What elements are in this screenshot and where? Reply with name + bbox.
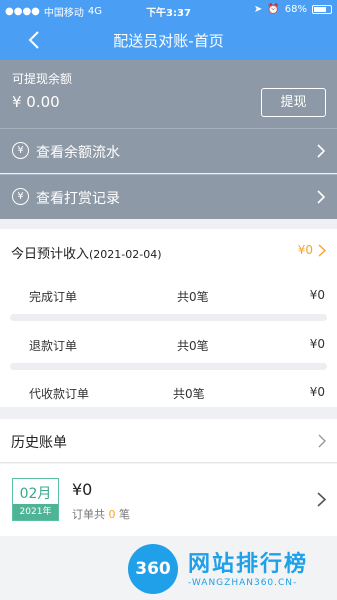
today-income-header[interactable]: 今日预计收入(2021-02-04) ¥0 — [0, 229, 337, 272]
menu-item-balance-flow[interactable]: ¥ 查看余额流水 — [0, 128, 337, 173]
section-gap — [0, 407, 337, 419]
income-row-name: 完成订单 — [29, 290, 78, 304]
menu-item-tip-records[interactable]: ¥ 查看打赏记录 — [0, 174, 337, 219]
balance-card: 可提现余额 ¥ 0.00 提现 — [0, 60, 337, 128]
income-row-collection: 代收款订单 共0笔 ¥0 — [0, 383, 337, 405]
balance-amount: ¥ 0.00 — [12, 93, 60, 111]
income-row-count: 共0笔 — [173, 387, 205, 401]
menu-item-label: 查看余额流水 — [36, 145, 120, 161]
chevron-right-icon — [317, 492, 327, 507]
month-badge: 02月 2021年 — [12, 478, 59, 521]
income-breakdown: 完成订单 共0笔 ¥0 退款订单 共0笔 ¥0 代收款订单 共0笔 ¥0 — [0, 272, 337, 407]
watermark-logo: 360 网站排行榜 -WANGZHAN360.CN- — [120, 540, 335, 598]
watermark-subtitle: -WANGZHAN360.CN- — [188, 578, 298, 588]
history-title: 历史账单 — [11, 435, 67, 451]
bill-item[interactable]: 02月 2021年 ¥0 订单共 0 笔 — [0, 464, 337, 536]
bill-year: 2021年 — [13, 504, 58, 520]
battery-icon — [312, 5, 332, 14]
income-row-name: 代收款订单 — [29, 387, 90, 401]
section-gap — [0, 219, 337, 229]
income-row-amount: ¥0 — [309, 385, 325, 399]
chevron-right-icon — [317, 190, 326, 204]
income-row-refund: 退款订单 共0笔 ¥0 — [0, 335, 337, 357]
yen-circle-icon: ¥ — [12, 188, 29, 205]
income-row-count: 共0笔 — [177, 339, 209, 353]
page-title: 配送员对账-首页 — [113, 32, 224, 50]
income-row-amount: ¥0 — [309, 337, 325, 351]
bill-month: 02月 — [19, 486, 52, 502]
yen-circle-icon: ¥ — [12, 142, 29, 159]
bill-order-count: 订单共 0 笔 — [72, 508, 130, 521]
history-bills-header[interactable]: 历史账单 — [0, 419, 337, 463]
income-row-count: 共0笔 — [177, 290, 209, 304]
nav-bar: 配送员对账-首页 — [0, 20, 337, 60]
today-income-title: 今日预计收入(2021-02-04) — [11, 247, 162, 262]
bill-amount: ¥0 — [72, 480, 93, 499]
battery-percent: 68% — [284, 4, 307, 15]
today-income-date: (2021-02-04) — [89, 248, 162, 261]
today-income-total: ¥0 — [297, 243, 313, 257]
chevron-right-icon — [318, 244, 327, 257]
income-row-amount: ¥0 — [309, 288, 325, 302]
balance-label: 可提现余额 — [12, 72, 73, 86]
location-icon: ➤ — [253, 4, 263, 15]
alarm-icon: ⏰ — [267, 4, 280, 15]
watermark-badge: 360 — [128, 544, 178, 594]
chevron-right-icon — [317, 144, 326, 158]
menu-item-label: 查看打赏记录 — [36, 191, 120, 207]
status-bar: ●●●● 中国移动 4G 下午3:37 ➤ ⏰ 68% — [0, 0, 337, 20]
row-divider — [10, 363, 327, 370]
income-row-completed: 完成订单 共0笔 ¥0 — [0, 286, 337, 308]
income-row-name: 退款订单 — [29, 339, 78, 353]
watermark-title: 网站排行榜 — [188, 552, 309, 577]
row-divider — [10, 314, 327, 321]
chevron-right-icon — [318, 434, 326, 448]
withdraw-button[interactable]: 提现 — [261, 88, 326, 117]
